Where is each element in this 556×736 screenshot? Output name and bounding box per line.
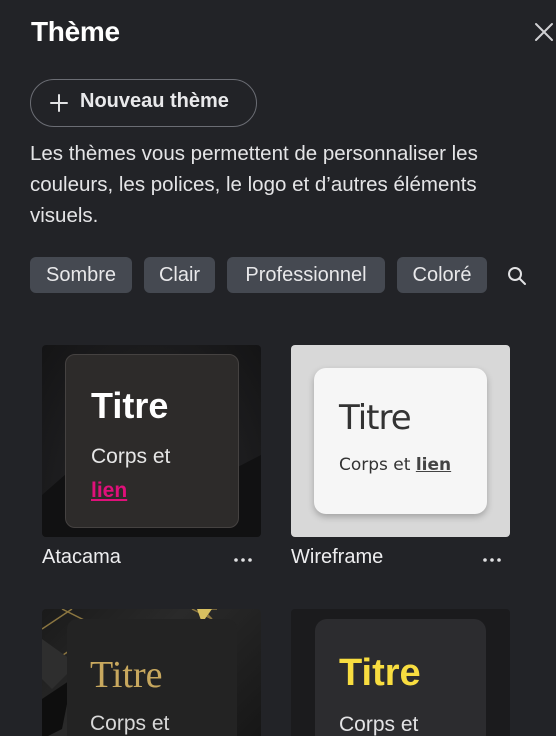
theme-panel: Thème Nouveau thème Les thèmes vous perm… <box>0 0 556 736</box>
search-icon <box>508 267 526 285</box>
preview-title: Titre <box>91 385 169 426</box>
plus-icon <box>50 94 68 112</box>
filter-chip-sombre[interactable]: Sombre <box>30 257 132 293</box>
new-theme-button[interactable]: Nouveau thème <box>30 79 257 127</box>
more-options-button-atacama[interactable] <box>231 548 255 572</box>
filter-chip-colore[interactable]: Coloré <box>397 257 487 293</box>
theme-card-yellow[interactable]: Titre Corps et <box>291 609 510 736</box>
more-options-button-wireframe[interactable] <box>480 548 504 572</box>
filter-chip-clair[interactable]: Clair <box>144 257 215 293</box>
more-horizontal-icon <box>234 558 252 562</box>
new-theme-label: Nouveau thème <box>80 90 229 112</box>
preview-body: Corps et <box>339 713 419 736</box>
preview-card: Titre Corps et <box>67 619 237 736</box>
more-horizontal-icon <box>483 558 501 562</box>
close-icon <box>535 23 553 41</box>
preview-link: lien <box>415 455 452 475</box>
preview-title: Titre <box>339 398 412 438</box>
search-button[interactable] <box>506 265 528 287</box>
preview-body: Corps et <box>91 445 171 468</box>
theme-card-wireframe[interactable]: Titre Corps et lien <box>291 345 510 537</box>
preview-title: Titre <box>90 654 163 696</box>
theme-card-atacama[interactable]: Titre Corps et lien <box>42 345 261 537</box>
panel-title: Thème <box>31 16 120 47</box>
preview-link: lien <box>91 479 128 502</box>
theme-name-wireframe: Wireframe <box>291 546 384 568</box>
preview-body: Corps et lien <box>339 455 451 475</box>
preview-card: Titre Corps et lien <box>65 354 239 528</box>
panel-description: Les thèmes vous permettent de personnali… <box>30 142 478 227</box>
preview-title: Titre <box>339 652 421 694</box>
theme-card-gold[interactable]: Titre Corps et <box>42 609 261 736</box>
preview-body: Corps et <box>90 712 170 735</box>
close-button[interactable] <box>530 18 556 46</box>
preview-card: Titre Corps et lien <box>314 368 487 514</box>
theme-name-atacama: Atacama <box>42 546 121 568</box>
preview-body-text: Corps et <box>339 455 411 475</box>
preview-card: Titre Corps et <box>315 619 486 736</box>
filter-chip-professionnel[interactable]: Professionnel <box>227 257 385 293</box>
